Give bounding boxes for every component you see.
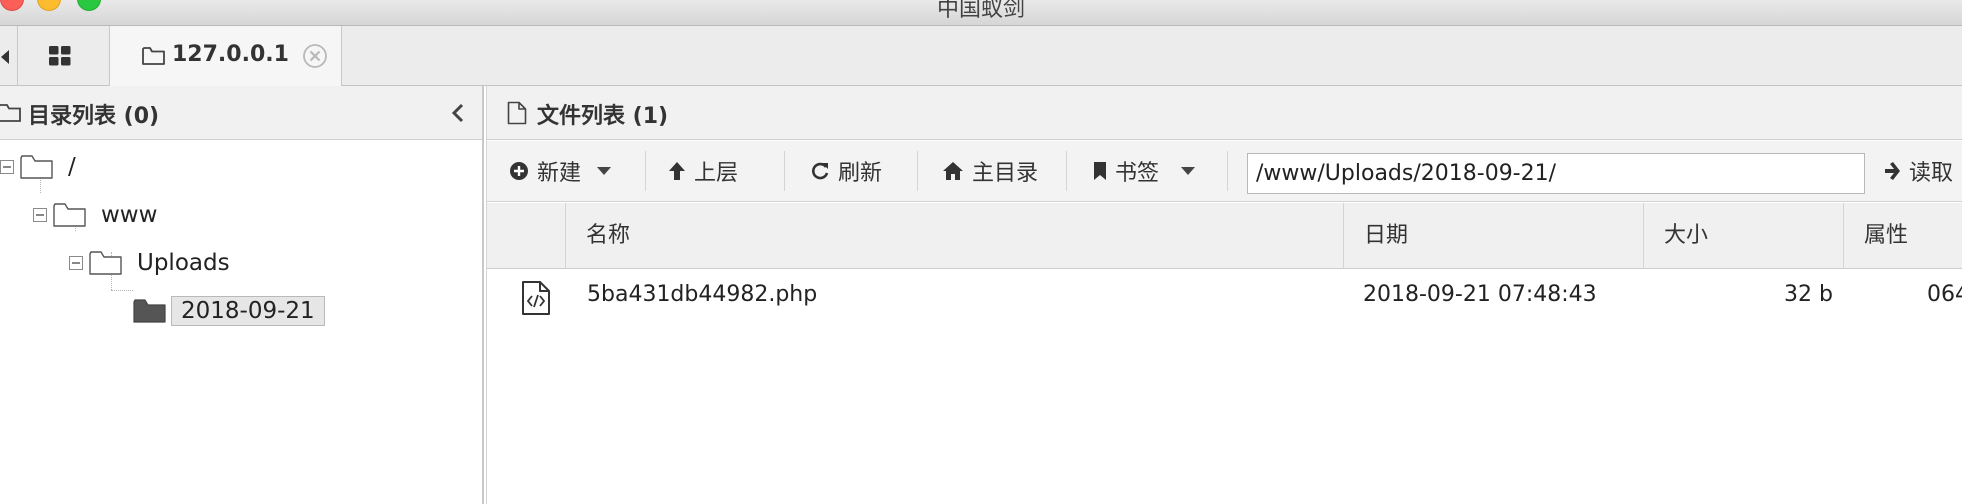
file-size: 32 b bbox=[1784, 282, 1833, 307]
file-panel: 文件列表 (1) 新建 上层 刷新 主目录 书签 /www/Uploads/20… bbox=[486, 86, 1962, 504]
column-header-size[interactable]: 大小 bbox=[1643, 203, 1843, 269]
folder-icon bbox=[0, 104, 21, 122]
close-tab-icon[interactable] bbox=[302, 43, 328, 69]
tree-node-uploads[interactable]: Uploads bbox=[69, 250, 230, 276]
refresh-icon bbox=[812, 162, 829, 180]
tab-127-0-0-1[interactable]: 127.0.0.1 bbox=[110, 26, 342, 86]
table-row[interactable]: 5ba431db44982.php 2018-09-21 07:48:43 32… bbox=[487, 270, 1962, 324]
directory-panel-title: 目录列表 (0) bbox=[28, 104, 160, 129]
caret-down-icon bbox=[597, 167, 612, 175]
up-level-label: 上层 bbox=[694, 161, 739, 186]
refresh-label: 刷新 bbox=[838, 161, 883, 186]
bookmark-icon bbox=[1094, 162, 1106, 180]
directory-panel-header: 目录列表 (0) bbox=[0, 86, 482, 140]
bookmark-label: 书签 bbox=[1115, 161, 1160, 186]
caret-down-icon bbox=[1181, 167, 1196, 175]
file-attr: 0644 bbox=[1927, 282, 1962, 307]
path-input[interactable] bbox=[1247, 153, 1865, 194]
up-level-button[interactable]: 上层 bbox=[668, 153, 738, 189]
tab-scroll-left-button[interactable] bbox=[0, 26, 18, 86]
toolbar-separator bbox=[784, 151, 785, 191]
arrow-right-icon bbox=[1885, 162, 1900, 180]
tree-node-label: www bbox=[101, 202, 158, 228]
tree-node-label: / bbox=[68, 154, 76, 180]
tree-node-2018-09-21[interactable]: 2018-09-21 bbox=[133, 296, 325, 326]
tree-node-www[interactable]: www bbox=[33, 202, 157, 228]
chevron-left-icon[interactable] bbox=[450, 103, 466, 123]
home-dir-label: 主目录 bbox=[972, 161, 1039, 186]
tree-node-label: Uploads bbox=[137, 250, 230, 276]
home-dir-button[interactable]: 主目录 bbox=[942, 153, 1038, 189]
toolbar-separator bbox=[1066, 151, 1067, 191]
tree-connector bbox=[111, 290, 133, 291]
folder-icon bbox=[53, 203, 86, 227]
tab-label: 127.0.0.1 bbox=[172, 42, 289, 67]
new-button-label: 新建 bbox=[537, 161, 582, 186]
arrow-up-icon bbox=[669, 162, 685, 180]
home-icon bbox=[943, 162, 963, 180]
plus-circle-icon bbox=[510, 162, 528, 180]
collapse-icon[interactable] bbox=[33, 208, 47, 222]
read-path-button[interactable]: 读取 bbox=[1883, 153, 1953, 189]
column-header-attr[interactable]: 属性 bbox=[1843, 203, 1962, 269]
tab-home[interactable] bbox=[18, 26, 110, 86]
folder-icon bbox=[142, 47, 165, 65]
folder-icon bbox=[89, 251, 122, 275]
toolbar-separator bbox=[645, 151, 646, 191]
tab-bar: 127.0.0.1 bbox=[0, 26, 1962, 86]
file-toolbar: 新建 上层 刷新 主目录 书签 /www/Uploads/2018-09-21/… bbox=[487, 141, 1962, 202]
caret-left-icon bbox=[1, 50, 9, 64]
folder-filled-icon bbox=[133, 299, 166, 323]
bookmark-button[interactable]: 书签 bbox=[1093, 153, 1196, 189]
collapse-icon[interactable] bbox=[69, 256, 83, 270]
directory-panel: 目录列表 (0) / www Uploads 2018-09-21 bbox=[0, 86, 484, 504]
window-title: 中国蚁剑 bbox=[936, 0, 1025, 22]
column-header-date[interactable]: 日期 bbox=[1343, 203, 1643, 269]
read-path-label: 读取 bbox=[1909, 161, 1954, 186]
file-date: 2018-09-21 07:48:43 bbox=[1363, 282, 1597, 307]
collapse-icon[interactable] bbox=[0, 160, 14, 174]
toolbar-separator bbox=[1227, 151, 1228, 191]
tree-node-root[interactable]: / bbox=[0, 154, 76, 180]
file-icon bbox=[507, 101, 527, 125]
new-button[interactable]: 新建 bbox=[509, 153, 612, 189]
toolbar-separator bbox=[917, 151, 918, 191]
file-table-header: 名称 日期 大小 属性 bbox=[487, 203, 1962, 269]
column-header-icon bbox=[487, 203, 565, 269]
tree-node-label: 2018-09-21 bbox=[171, 296, 325, 326]
column-header-name[interactable]: 名称 bbox=[565, 203, 1343, 269]
folder-icon bbox=[20, 155, 53, 179]
grid-icon bbox=[49, 46, 71, 66]
file-panel-title: 文件列表 (1) bbox=[537, 104, 669, 129]
window-titlebar: 中国蚁剑 bbox=[0, 0, 1962, 26]
refresh-button[interactable]: 刷新 bbox=[810, 153, 882, 189]
php-file-icon bbox=[522, 281, 550, 315]
file-panel-header: 文件列表 (1) bbox=[487, 86, 1962, 140]
file-name: 5ba431db44982.php bbox=[587, 282, 818, 307]
